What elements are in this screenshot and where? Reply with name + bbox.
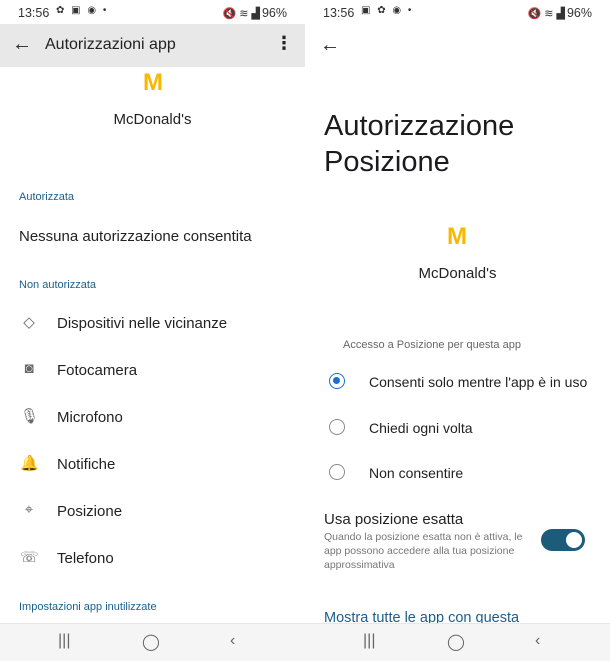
unused-settings-header: Impostazioni app inutilizzate (19, 601, 157, 613)
recent-apps-icon[interactable]: ||| (58, 632, 70, 650)
navigation-bar: ||| ◯ ‹ (305, 623, 610, 661)
title-line-1: Autorizzazione (324, 110, 515, 142)
status-time: 13:56 (18, 6, 50, 20)
home-icon[interactable]: ◯ (447, 632, 465, 652)
permission-item-microphone[interactable]: 🎙 Microfono (0, 403, 305, 433)
toggle-knob (566, 532, 582, 548)
exact-location-title: Usa posizione esatta (324, 511, 464, 528)
allowed-section-header: Autorizzata (19, 191, 75, 203)
system-icons: 🔇 ≋ ▟ 96% (527, 6, 592, 20)
back-arrow-icon[interactable]: ← (320, 34, 340, 57)
no-permissions-text: Nessuna autorizzazione consentita (19, 228, 252, 245)
page-title: Autorizzazione Posizione (324, 108, 594, 180)
option-ask-every-time[interactable]: Chiedi ogni volta (305, 413, 610, 441)
back-arrow-icon[interactable]: ← (12, 33, 32, 56)
radio-button[interactable] (329, 464, 345, 480)
denied-section-header: Non autorizzata (19, 279, 97, 291)
app-bar: ← Autorizzazioni app ⋮ (0, 24, 305, 67)
nearby-devices-icon: ◇ (23, 314, 35, 331)
option-allow-while-in-use[interactable]: Consenti solo mentre l'app è in uso (305, 367, 610, 395)
app-permissions-screen: 13:56 ✿ ▣ ◉ • 🔇 ≋ ▟ 96% ← Autorizzazioni … (0, 0, 305, 661)
camera-icon: ◙ (24, 360, 34, 377)
permission-label: Microfono (57, 409, 123, 426)
radio-button-selected[interactable] (329, 373, 345, 389)
status-bar: 13:56 ▣ ✿ ◉ • 🔇 ≋ ▟ 96% (305, 0, 610, 24)
access-label: Accesso a Posizione per questa app (343, 339, 521, 351)
permission-label: Telefono (57, 550, 114, 567)
nav-back-icon[interactable]: ‹ (230, 632, 235, 650)
battery-level: 96% (566, 6, 592, 20)
signal-icons: 🔇 ≋ ▟ (222, 8, 260, 20)
more-options-icon[interactable]: ⋮ (275, 33, 293, 54)
navigation-bar: ||| ◯ ‹ (0, 623, 305, 661)
permission-item-phone[interactable]: ☏ Telefono (0, 544, 305, 574)
status-time: 13:56 (323, 6, 355, 20)
permission-item-location[interactable]: ⌖ Posizione (0, 497, 305, 527)
permission-item-notifications[interactable]: 🔔 Notifiche (0, 450, 305, 480)
option-label: Chiedi ogni volta (369, 420, 473, 436)
home-icon[interactable]: ◯ (142, 632, 160, 652)
signal-icons: 🔇 ≋ ▟ (527, 8, 565, 20)
option-label: Non consentire (369, 465, 464, 481)
notification-icons: ✿ ▣ ◉ • (56, 5, 109, 16)
notification-icons: ▣ ✿ ◉ • (361, 5, 414, 16)
battery-level: 96% (261, 6, 287, 20)
permission-label: Posizione (57, 503, 123, 520)
phone-icon: ☏ (20, 549, 39, 566)
bell-icon: 🔔 (20, 455, 39, 472)
recent-apps-icon[interactable]: ||| (363, 632, 375, 650)
permission-item-nearby-devices[interactable]: ◇ Dispositivi nelle vicinanze (0, 309, 305, 339)
system-icons: 🔇 ≋ ▟ 96% (222, 6, 287, 20)
permission-label: Notifiche (57, 456, 116, 473)
exact-location-toggle[interactable] (541, 529, 585, 551)
option-label: Consenti solo mentre l'app è in uso (369, 374, 588, 390)
exact-location-description: Quando la posizione esatta non è attiva,… (324, 531, 523, 571)
permission-label: Fotocamera (57, 362, 138, 379)
page-title: Autorizzazioni app (45, 36, 176, 53)
location-pin-icon: ⌖ (24, 501, 34, 518)
title-line-2: Posizione (324, 146, 450, 178)
microphone-icon: 🎙 (20, 408, 40, 425)
mcdonalds-logo-icon: M (138, 68, 168, 98)
mcdonalds-logo-icon: M (442, 222, 472, 252)
app-name: McDonald's (418, 265, 497, 282)
nav-back-icon[interactable]: ‹ (535, 632, 540, 650)
permission-item-camera[interactable]: ◙ Fotocamera (0, 356, 305, 386)
status-bar: 13:56 ✿ ▣ ◉ • 🔇 ≋ ▟ 96% (0, 0, 305, 24)
radio-button[interactable] (329, 419, 345, 435)
option-deny[interactable]: Non consentire (305, 458, 610, 486)
location-permission-screen: 13:56 ▣ ✿ ◉ • 🔇 ≋ ▟ 96% ← Autorizzazione … (305, 0, 610, 661)
app-name: McDonald's (113, 111, 192, 128)
permission-label: Dispositivi nelle vicinanze (57, 315, 228, 332)
